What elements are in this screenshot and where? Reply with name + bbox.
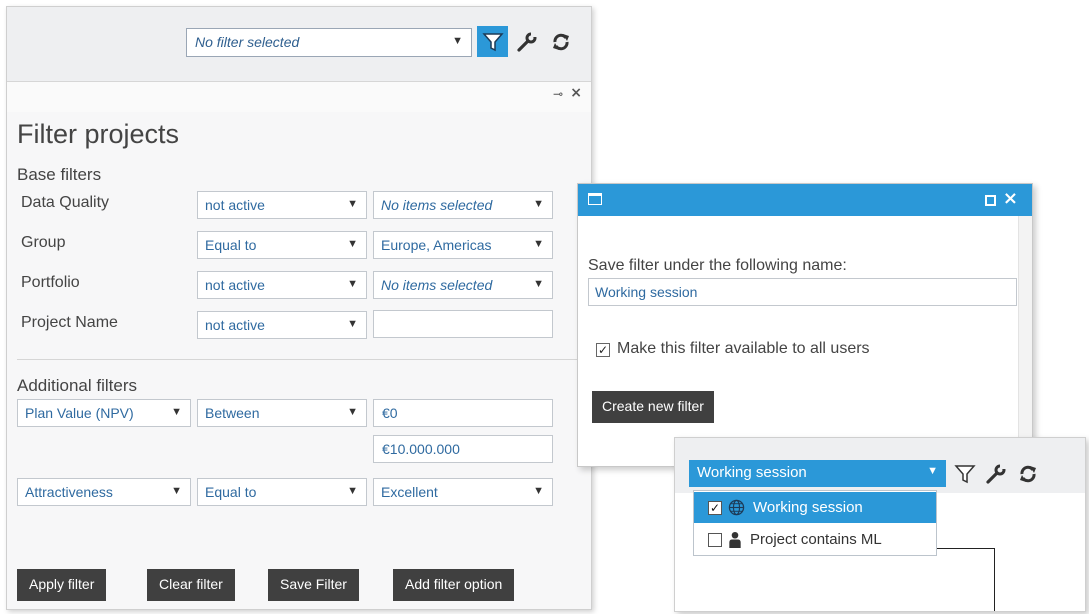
additional-filters-heading: Additional filters xyxy=(17,376,138,395)
row-label-group: Group xyxy=(21,234,66,251)
refresh-icon xyxy=(1019,465,1036,482)
chevron-down-icon: ▼ xyxy=(533,198,544,210)
select-value: Europe, Americas xyxy=(381,237,492,253)
plan-value-from-input[interactable]: €0 xyxy=(373,399,553,427)
chevron-down-icon: ▼ xyxy=(347,485,358,497)
saved-filter-option-working-session[interactable]: ✓ Working session xyxy=(694,492,936,523)
dialog-title-bar: × xyxy=(578,184,1032,216)
select-value: Attractiveness xyxy=(25,484,113,500)
close-icon[interactable]: × xyxy=(570,85,582,101)
row-label-project-name: Project Name xyxy=(21,314,118,331)
add-filter-option-button[interactable]: Add filter option xyxy=(393,569,515,601)
filter-select-value: No filter selected xyxy=(195,34,300,50)
portfolio-operator-select[interactable]: not active ▼ xyxy=(197,271,367,299)
person-icon xyxy=(728,531,742,548)
filter-name-label: Save filter under the following name: xyxy=(588,257,847,274)
globe-icon xyxy=(728,499,745,516)
saved-filter-select[interactable]: Working session ▼ xyxy=(689,460,946,487)
wrench-icon xyxy=(985,463,1006,484)
screenshot-root: No filter selected ▼ ⊸ × Filter projects… xyxy=(0,0,1089,614)
select-value: No items selected xyxy=(381,197,493,213)
share-all-users-checkbox[interactable]: ✓ xyxy=(596,343,610,357)
panel-toolbar: No filter selected ▼ xyxy=(7,7,591,82)
select-value: Equal to xyxy=(205,237,257,253)
chevron-down-icon: ▼ xyxy=(347,278,358,290)
dialog-scrollbar[interactable] xyxy=(1018,216,1032,466)
portfolio-value-select[interactable]: No items selected ▼ xyxy=(373,271,553,299)
plan-value-field-select[interactable]: Plan Value (NPV) ▼ xyxy=(17,399,191,427)
base-filters-heading: Base filters xyxy=(17,165,102,184)
save-filter-dialog: × Save filter under the following name: … xyxy=(577,183,1033,467)
filter-toggle-button[interactable] xyxy=(949,458,980,489)
page-title: Filter projects xyxy=(17,119,180,149)
plan-value-operator-select[interactable]: Between ▼ xyxy=(197,399,367,427)
row-label-portfolio: Portfolio xyxy=(21,274,80,291)
select-value: No items selected xyxy=(381,277,493,293)
attractiveness-operator-select[interactable]: Equal to ▼ xyxy=(197,478,367,506)
share-all-users-label: Make this filter available to all users xyxy=(617,340,870,357)
clear-filter-button[interactable]: Clear filter xyxy=(147,569,235,601)
select-value: not active xyxy=(205,317,265,333)
chevron-down-icon: ▼ xyxy=(927,465,938,477)
chevron-down-icon: ▼ xyxy=(452,35,463,47)
saved-filter-select-value: Working session xyxy=(697,464,807,481)
maximize-icon[interactable] xyxy=(985,195,996,206)
divider xyxy=(994,548,995,611)
plan-value-to-input[interactable]: €10.000.000 xyxy=(373,435,553,463)
group-value-select[interactable]: Europe, Americas ▼ xyxy=(373,231,553,259)
refresh-icon xyxy=(552,33,569,50)
option-label: Project contains ML xyxy=(750,531,882,548)
select-value: not active xyxy=(205,277,265,293)
wrench-icon xyxy=(516,31,537,52)
create-new-filter-button[interactable]: Create new filter xyxy=(592,391,714,423)
attractiveness-value-select[interactable]: Excellent ▼ xyxy=(373,478,553,506)
chevron-down-icon: ▼ xyxy=(347,318,358,330)
attractiveness-field-select[interactable]: Attractiveness ▼ xyxy=(17,478,191,506)
project-name-input[interactable] xyxy=(373,310,553,338)
chevron-down-icon: ▼ xyxy=(171,485,182,497)
apply-filter-button[interactable]: Apply filter xyxy=(17,569,107,601)
chevron-down-icon: ▼ xyxy=(533,238,544,250)
save-filter-button[interactable]: Save Filter xyxy=(268,569,359,601)
option-checkbox[interactable] xyxy=(708,532,722,547)
select-value: Between xyxy=(205,405,260,421)
settings-button[interactable] xyxy=(511,26,542,57)
project-name-operator-select[interactable]: not active ▼ xyxy=(197,311,367,339)
select-value: Excellent xyxy=(381,484,438,500)
chevron-down-icon: ▼ xyxy=(347,406,358,418)
data-quality-operator-select[interactable]: not active ▼ xyxy=(197,191,367,219)
option-checkbox[interactable]: ✓ xyxy=(708,500,722,515)
funnel-icon xyxy=(953,464,976,483)
pin-icon[interactable]: ⊸ xyxy=(553,87,563,101)
funnel-icon xyxy=(481,32,504,51)
chevron-down-icon: ▼ xyxy=(533,485,544,497)
filter-select[interactable]: No filter selected ▼ xyxy=(186,28,472,57)
option-label: Working session xyxy=(753,499,863,516)
panel-header xyxy=(7,82,591,112)
chevron-down-icon: ▼ xyxy=(347,198,358,210)
select-value: Equal to xyxy=(205,484,257,500)
data-quality-value-select[interactable]: No items selected ▼ xyxy=(373,191,553,219)
select-value: Plan Value (NPV) xyxy=(25,405,134,421)
chevron-down-icon: ▼ xyxy=(171,406,182,418)
window-icon xyxy=(588,193,602,205)
chevron-down-icon: ▼ xyxy=(533,278,544,290)
group-operator-select[interactable]: Equal to ▼ xyxy=(197,231,367,259)
filter-dropdown-panel: Working session ▼ ✓ Working session Proj… xyxy=(674,437,1086,612)
row-label-data-quality: Data Quality xyxy=(21,194,110,211)
divider xyxy=(17,359,587,360)
filter-name-input[interactable]: Working session xyxy=(588,278,1017,306)
settings-button[interactable] xyxy=(980,458,1011,489)
refresh-button[interactable] xyxy=(1012,458,1043,489)
chevron-down-icon: ▼ xyxy=(347,238,358,250)
divider xyxy=(937,548,995,549)
filter-toggle-button[interactable] xyxy=(477,26,508,57)
select-value: not active xyxy=(205,197,265,213)
close-icon[interactable]: × xyxy=(1003,188,1018,209)
saved-filter-option-project-contains-ml[interactable]: Project contains ML xyxy=(694,524,936,555)
filter-panel: No filter selected ▼ ⊸ × Filter projects… xyxy=(6,6,592,610)
saved-filter-list: ✓ Working session Project contains ML xyxy=(693,490,937,556)
refresh-button[interactable] xyxy=(545,26,576,57)
